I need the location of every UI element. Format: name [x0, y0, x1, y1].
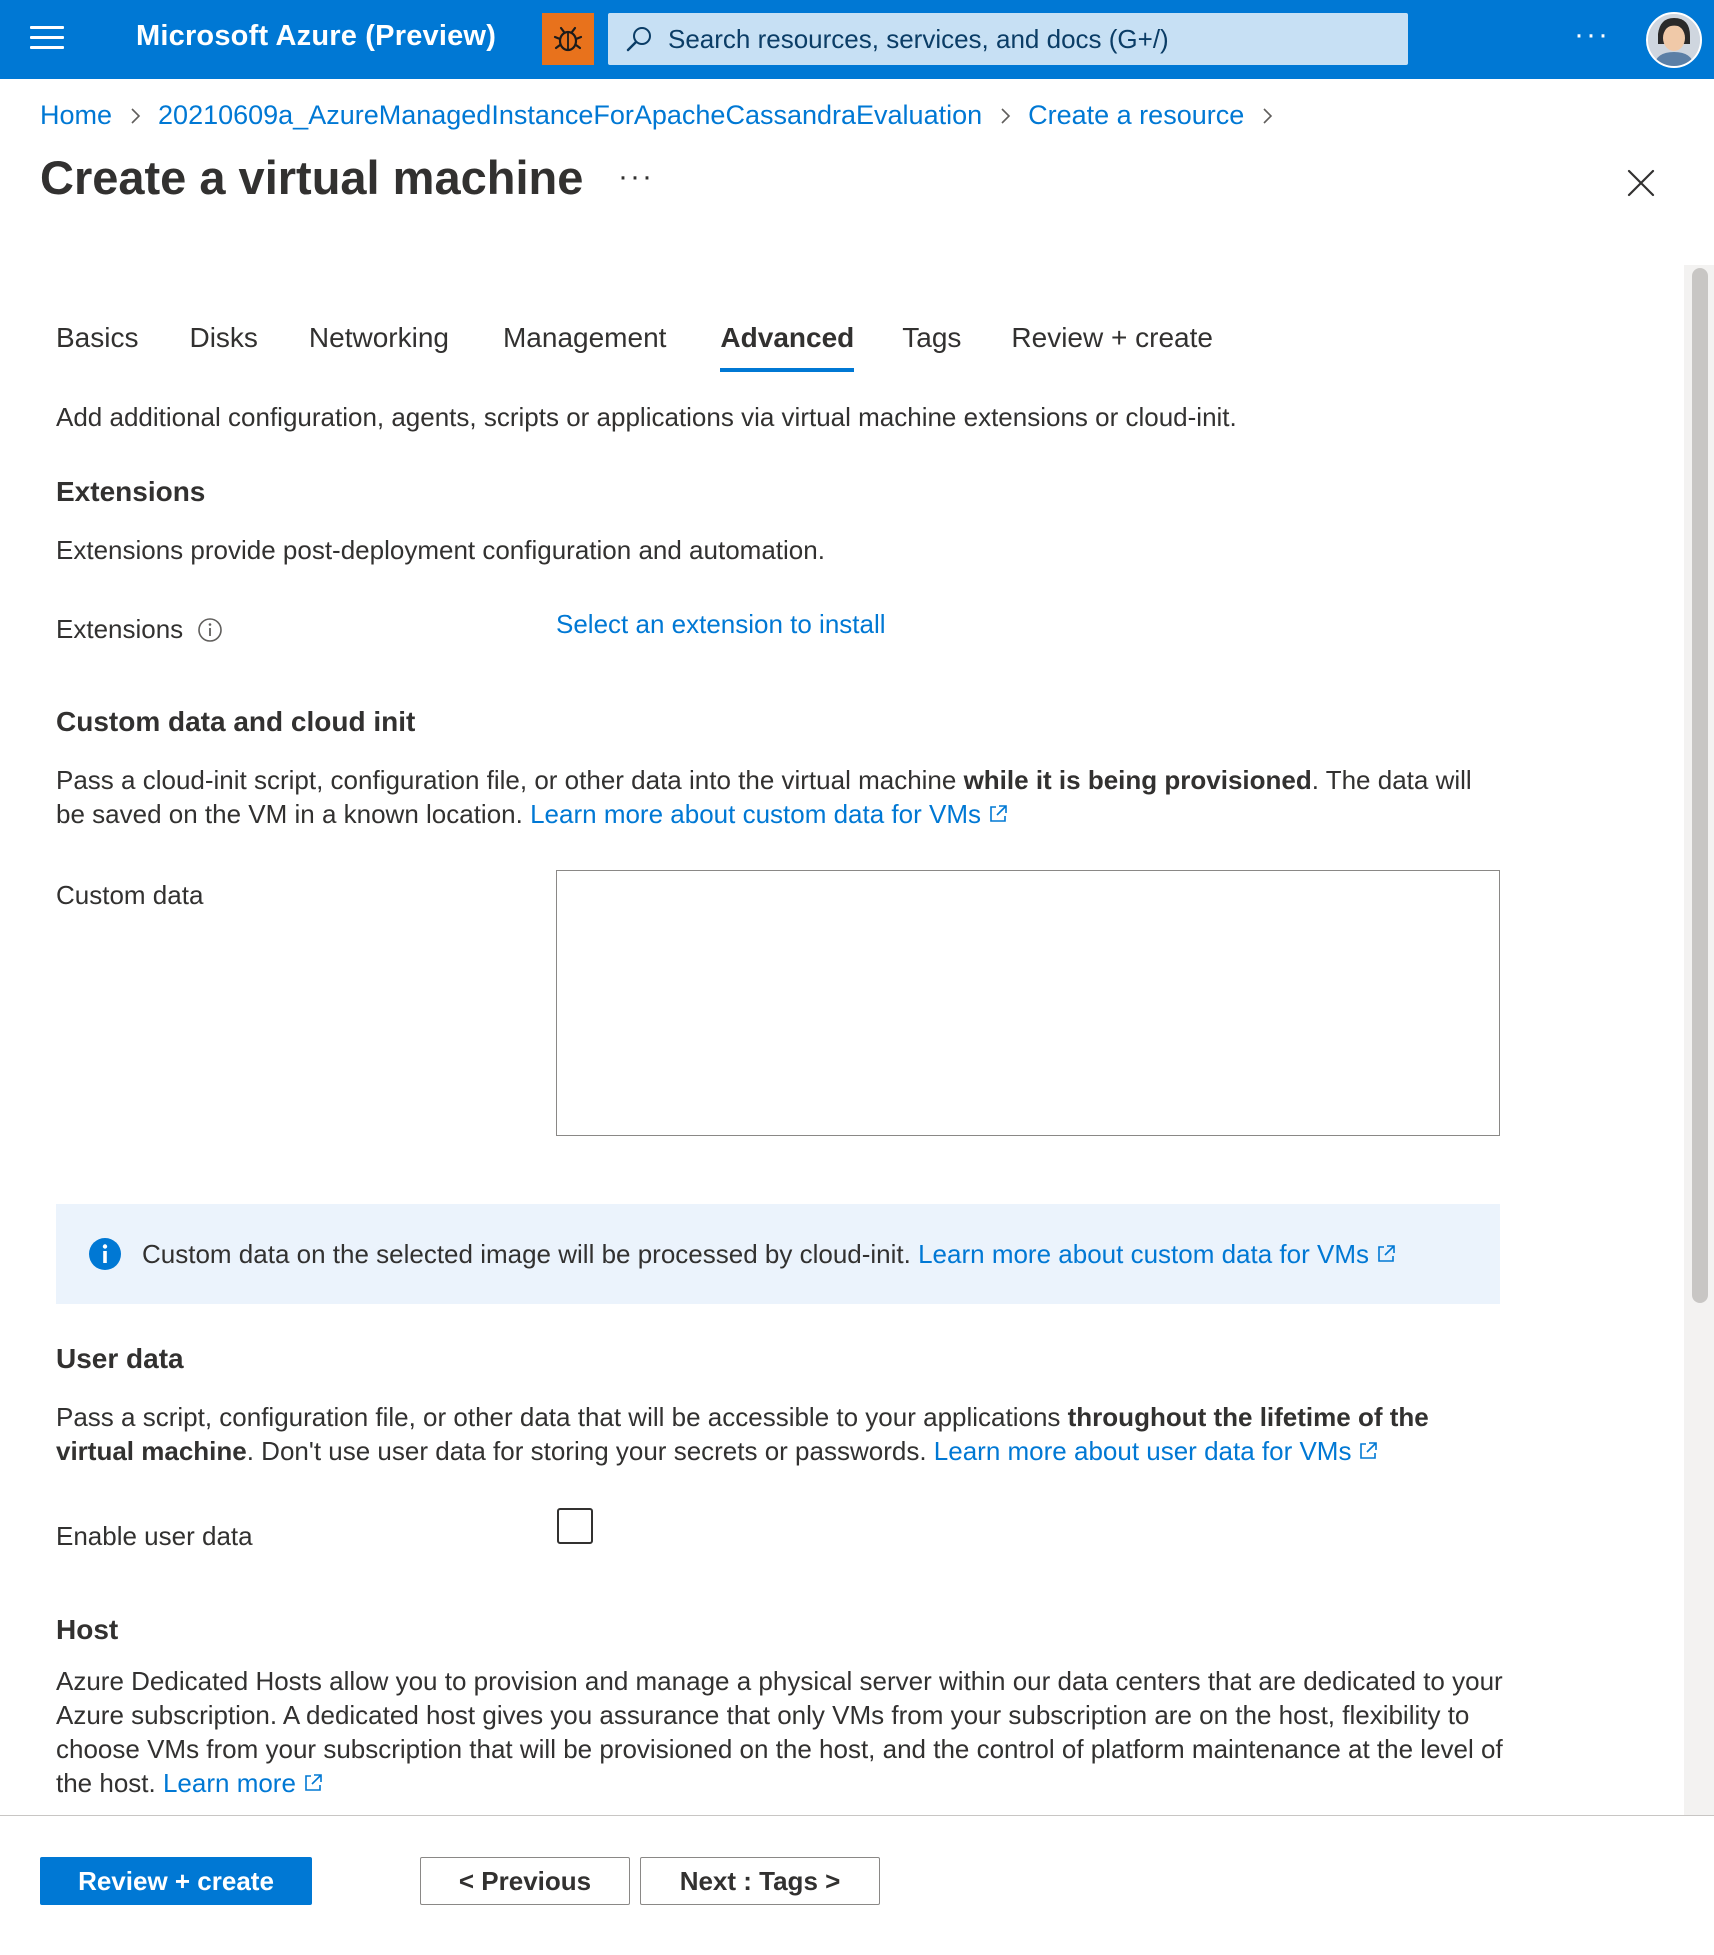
- wizard-tabs: Basics Disks Networking Management Advan…: [56, 322, 1213, 372]
- tab-basics[interactable]: Basics: [56, 322, 138, 354]
- custom-data-textarea[interactable]: [556, 870, 1500, 1136]
- chevron-right-icon: [1001, 107, 1011, 124]
- search-placeholder: Search resources, services, and docs (G+…: [668, 23, 1169, 54]
- info-banner-text: Custom data on the selected image will b…: [142, 1239, 1397, 1270]
- info-banner-learn-more-link[interactable]: Learn more about custom data for VMs: [918, 1239, 1397, 1269]
- user-data-learn-more-text: Learn more about user data for VMs: [933, 1436, 1352, 1466]
- portal-brand[interactable]: Microsoft Azure (Preview): [136, 20, 496, 53]
- user-data-heading: User data: [56, 1343, 184, 1374]
- top-navigation-bar: Microsoft Azure (Preview) Search resourc…: [0, 0, 1714, 79]
- tab-advanced[interactable]: Advanced: [720, 322, 854, 372]
- custom-data-desc-bold: while it is being provisioned: [963, 765, 1312, 795]
- custom-data-learn-more-link[interactable]: Learn more about custom data for VMs: [530, 799, 1009, 829]
- chevron-right-icon: [131, 107, 141, 124]
- custom-data-heading: Custom data and cloud init: [56, 706, 416, 737]
- user-avatar[interactable]: [1646, 12, 1702, 68]
- external-link-icon: [1360, 1442, 1378, 1459]
- hamburger-menu-icon[interactable]: [30, 26, 64, 52]
- custom-data-description: Pass a cloud-init script, configuration …: [56, 763, 1506, 831]
- tab-management[interactable]: Management: [503, 322, 666, 354]
- page-title: Create a virtual machine: [40, 151, 584, 204]
- tab-review-create[interactable]: Review + create: [1011, 322, 1213, 354]
- extensions-description: Extensions provide post-deployment confi…: [56, 535, 825, 565]
- user-data-desc-part2: . Don't use user data for storing your s…: [246, 1436, 927, 1466]
- title-more-options-icon[interactable]: ···: [618, 160, 654, 194]
- custom-data-learn-more-text: Learn more about custom data for VMs: [530, 799, 981, 829]
- user-data-learn-more-link[interactable]: Learn more about user data for VMs: [934, 1436, 1380, 1466]
- info-banner-message: Custom data on the selected image will b…: [142, 1238, 911, 1269]
- custom-data-field-label: Custom data: [56, 880, 204, 910]
- more-options-icon[interactable]: ···: [1574, 18, 1610, 52]
- breadcrumb-home[interactable]: Home: [40, 100, 112, 131]
- host-heading: Host: [56, 1614, 119, 1645]
- select-extension-link[interactable]: Select an extension to install: [556, 607, 886, 641]
- user-data-description: Pass a script, configuration file, or ot…: [56, 1400, 1506, 1468]
- cloud-init-info-banner: Custom data on the selected image will b…: [56, 1204, 1500, 1304]
- review-create-button[interactable]: Review + create: [40, 1857, 312, 1905]
- close-icon[interactable]: [1624, 166, 1658, 200]
- tab-disks[interactable]: Disks: [189, 322, 257, 354]
- bug-report-button[interactable]: [542, 13, 594, 65]
- extensions-label-text: Extensions: [56, 614, 184, 644]
- external-link-icon: [1378, 1244, 1395, 1262]
- host-learn-more-text: Learn more: [162, 1768, 296, 1798]
- chevron-right-icon: [1263, 107, 1273, 124]
- search-icon: [626, 27, 651, 52]
- host-learn-more-link[interactable]: Learn more: [163, 1768, 324, 1798]
- external-link-icon: [305, 1774, 322, 1791]
- bug-icon: [553, 26, 583, 52]
- tab-networking[interactable]: Networking: [309, 322, 449, 354]
- scrollbar-thumb[interactable]: [1692, 268, 1708, 1303]
- external-link-icon: [990, 805, 1007, 822]
- avatar-icon: [1648, 14, 1700, 66]
- tab-tags[interactable]: Tags: [902, 322, 961, 354]
- breadcrumb: Home 20210609a_AzureManagedInstanceForAp…: [40, 100, 1290, 131]
- info-circle-icon[interactable]: [197, 617, 223, 643]
- breadcrumb-resource-group[interactable]: 20210609a_AzureManagedInstanceForApacheC…: [158, 100, 982, 131]
- enable-user-data-checkbox[interactable]: [557, 1508, 593, 1544]
- previous-button[interactable]: < Previous: [420, 1857, 630, 1905]
- intro-text: Add additional configuration, agents, sc…: [56, 402, 1237, 432]
- custom-data-desc-part1: Pass a cloud-init script, configuration …: [56, 765, 964, 795]
- breadcrumb-create-resource[interactable]: Create a resource: [1028, 100, 1244, 131]
- user-data-desc-part1: Pass a script, configuration file, or ot…: [56, 1402, 1068, 1432]
- info-banner-link-text: Learn more about custom data for VMs: [918, 1238, 1369, 1269]
- extensions-field-label: Extensions: [56, 614, 223, 645]
- info-filled-icon: [89, 1238, 121, 1270]
- enable-user-data-label: Enable user data: [56, 1521, 253, 1551]
- host-description: Azure Dedicated Hosts allow you to provi…: [56, 1664, 1506, 1800]
- global-search-input[interactable]: Search resources, services, and docs (G+…: [608, 13, 1408, 65]
- next-tags-button[interactable]: Next : Tags >: [640, 1857, 880, 1905]
- extensions-heading: Extensions: [56, 476, 206, 507]
